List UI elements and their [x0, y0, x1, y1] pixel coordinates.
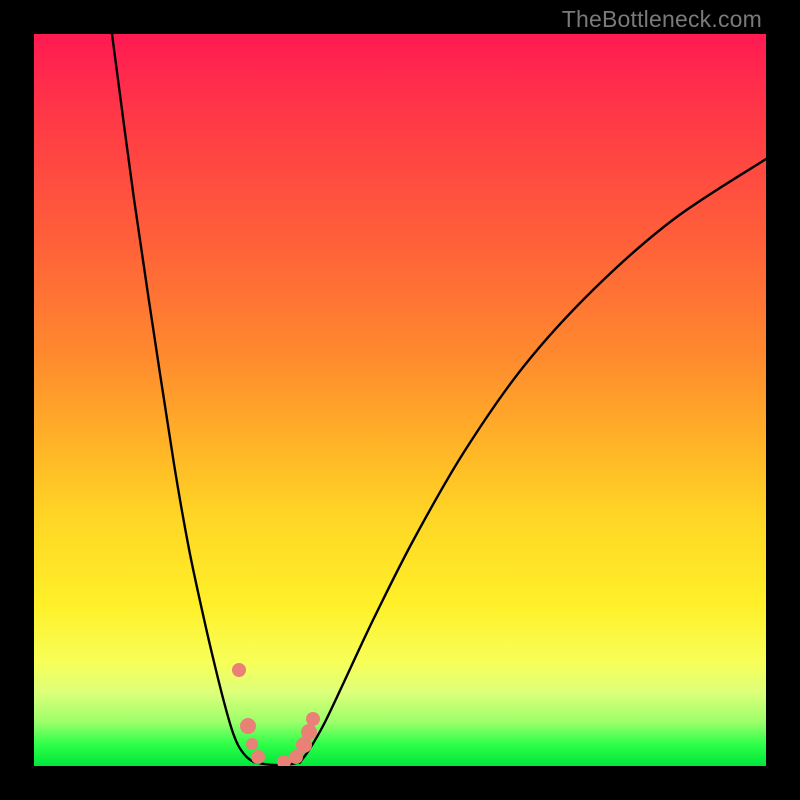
data-marker	[306, 712, 320, 726]
curve-layer	[34, 34, 766, 766]
data-marker	[301, 724, 317, 740]
marker-layer	[232, 663, 320, 766]
data-marker	[251, 750, 265, 764]
outer-frame: TheBottleneck.com	[0, 0, 800, 800]
data-marker	[240, 718, 256, 734]
plot-area	[34, 34, 766, 766]
data-marker	[277, 755, 291, 766]
watermark-text: TheBottleneck.com	[562, 6, 762, 33]
bottleneck-curve	[112, 34, 766, 765]
data-marker	[232, 663, 246, 677]
data-marker	[246, 738, 258, 750]
